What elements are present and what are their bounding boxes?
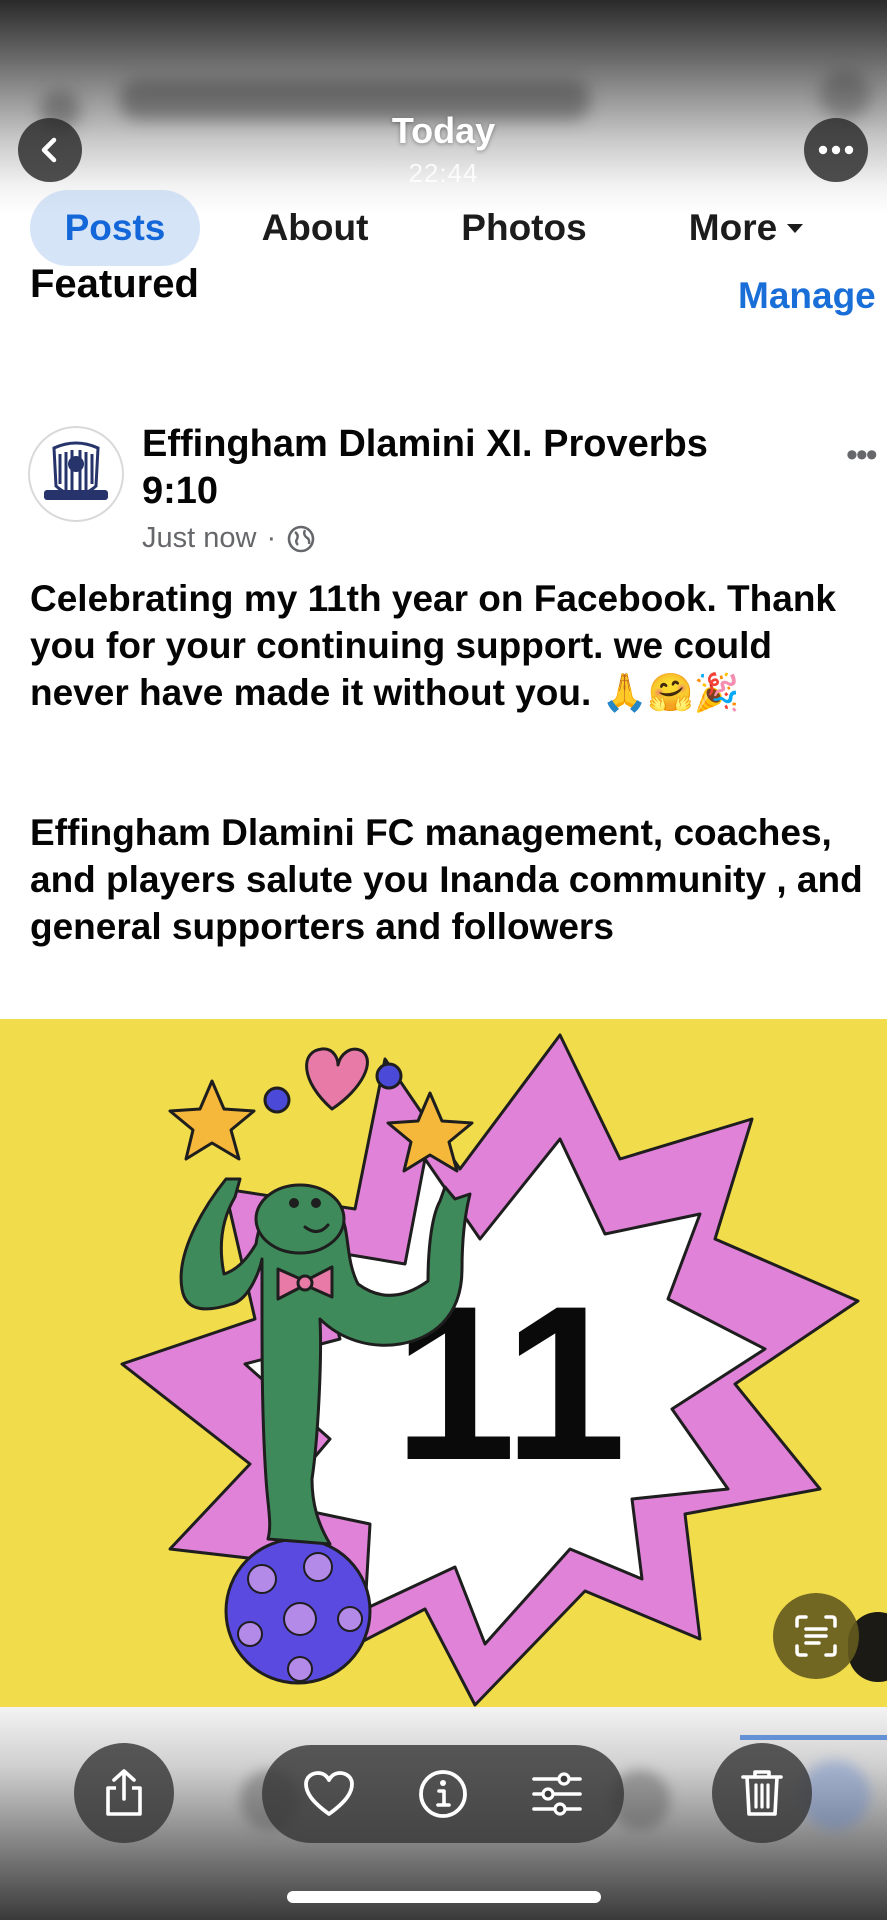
post-image[interactable]: 11 [0, 1019, 887, 1707]
manage-link[interactable]: Manage [738, 275, 876, 317]
tab-about[interactable]: About [240, 190, 390, 266]
sliders-icon [532, 1772, 582, 1816]
page-name[interactable]: Effingham Dlamini XI. Proverbs 9:10 [142, 421, 792, 515]
club-crest-logo [32, 430, 120, 518]
dot-decoration [263, 1086, 291, 1114]
dot-decoration [375, 1062, 403, 1090]
tab-photos[interactable]: Photos [444, 190, 604, 266]
info-button[interactable] [398, 1745, 488, 1843]
text-scan-icon [795, 1615, 837, 1657]
post-text-paragraph: Effingham Dlamini FC management, coaches… [30, 812, 863, 947]
globe-icon [287, 525, 315, 552]
favorite-button[interactable] [284, 1745, 374, 1843]
viewer-title: Today [391, 110, 496, 151]
emoji-group: 🙏🤗🎉 [601, 671, 740, 714]
delete-button[interactable] [712, 1743, 812, 1843]
tab-label: About [261, 207, 369, 248]
photo-actions-bar [262, 1745, 624, 1843]
trash-icon [741, 1770, 783, 1816]
tab-label: Photos [461, 207, 587, 248]
heart-icon [304, 1771, 354, 1816]
tab-posts[interactable]: Posts [30, 190, 200, 266]
share-button[interactable] [74, 1743, 174, 1843]
share-icon [106, 1769, 142, 1816]
more-options-button[interactable] [804, 118, 868, 182]
anniversary-illustration: 11 [0, 1019, 887, 1707]
adjust-button[interactable] [512, 1745, 602, 1843]
featured-heading: Featured [30, 262, 199, 300]
tab-more[interactable]: More [666, 190, 826, 266]
tab-label: More [688, 207, 778, 248]
ellipsis-icon [818, 145, 854, 155]
info-icon [419, 1770, 467, 1818]
home-indicator[interactable] [287, 1891, 601, 1903]
post-timestamp: Just now [142, 522, 257, 554]
post-text-paragraph: Celebrating my 11th year on Facebook. Th… [30, 575, 870, 716]
tab-label: Posts [64, 207, 166, 248]
post-menu-button[interactable]: ••• [846, 436, 878, 475]
caret-down-icon [787, 223, 804, 233]
meta-separator: · [266, 522, 277, 554]
blurred-accent-line [740, 1735, 887, 1740]
avatar[interactable] [28, 426, 124, 522]
text-scan-button[interactable] [773, 1593, 859, 1679]
viewer-time: 22:44 [408, 158, 479, 188]
post-meta: Just now · [142, 522, 316, 555]
